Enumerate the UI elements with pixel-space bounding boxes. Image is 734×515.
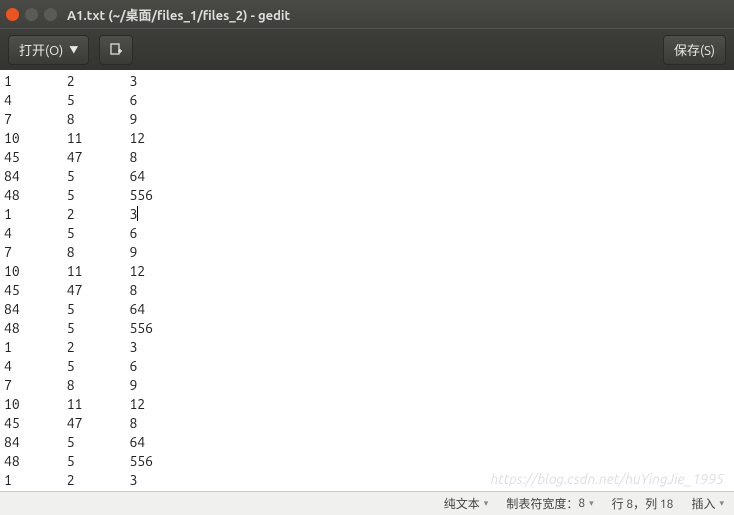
open-button[interactable]: 打开(O) ▼	[8, 35, 89, 65]
window-controls	[6, 8, 57, 21]
new-document-icon	[109, 43, 123, 57]
save-button[interactable]: 保存(S)	[663, 35, 726, 65]
new-tab-button[interactable]	[99, 35, 133, 65]
window-title: A1.txt (~/桌面/files_1/files_2) - gedit	[67, 5, 290, 24]
save-button-label: 保存(S)	[674, 40, 715, 59]
filetype-label: 纯文本	[444, 495, 480, 512]
insert-mode-label: 插入	[691, 495, 715, 512]
editor-area[interactable]: 1 2 3 4 5 6 7 8 9 10 11 12 45 47 8 84 5 …	[0, 70, 734, 491]
tabwidth-label: 制表符宽度：	[506, 495, 578, 512]
position-label: 行 8，列 18	[612, 495, 674, 512]
insert-mode-selector[interactable]: 插入	[691, 495, 724, 512]
close-icon[interactable]	[6, 8, 19, 21]
editor-content[interactable]: 1 2 3 4 5 6 7 8 9 10 11 12 45 47 8 84 5 …	[0, 70, 734, 491]
tabwidth-value: 8	[578, 497, 585, 510]
titlebar: A1.txt (~/桌面/files_1/files_2) - gedit	[0, 0, 734, 28]
maximize-icon[interactable]	[44, 8, 57, 21]
tabwidth-selector[interactable]: 制表符宽度： 8	[506, 495, 593, 512]
minimize-icon[interactable]	[25, 8, 38, 21]
open-button-label: 打开(O)	[19, 40, 63, 59]
statusbar: 纯文本 制表符宽度： 8 行 8，列 18 插入	[0, 491, 734, 515]
cursor-position: 行 8，列 18	[612, 495, 674, 512]
chevron-down-icon: ▼	[69, 43, 78, 56]
filetype-selector[interactable]: 纯文本	[444, 495, 489, 512]
toolbar: 打开(O) ▼ 保存(S)	[0, 28, 734, 70]
